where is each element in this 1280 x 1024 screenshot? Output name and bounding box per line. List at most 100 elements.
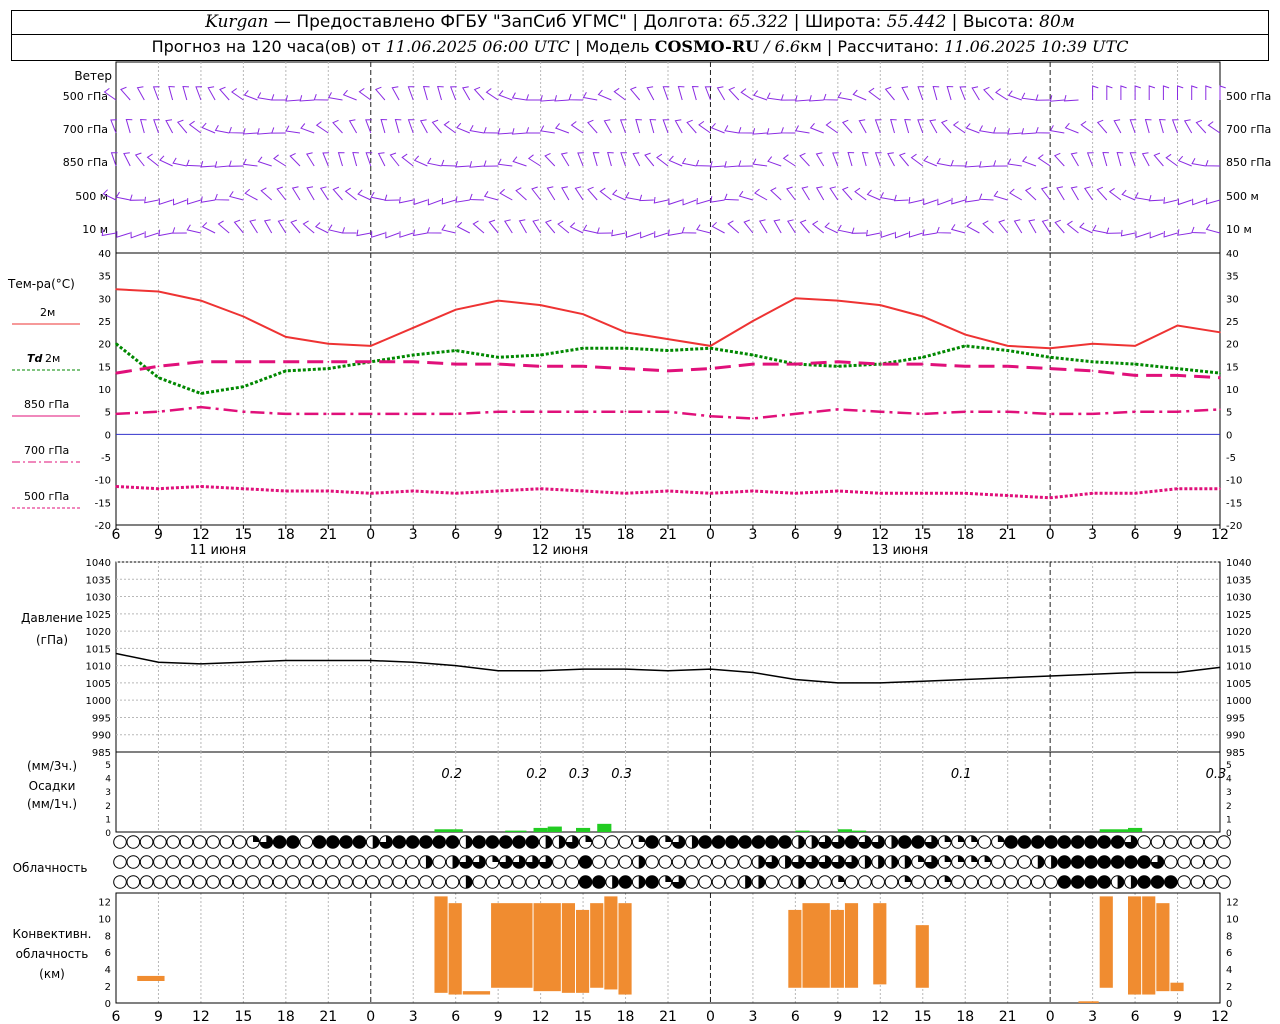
prec-unit-3h: (мм/3ч.) (27, 759, 77, 773)
temp-point (582, 365, 584, 368)
wind-barb (738, 160, 753, 167)
cloud-fill (891, 835, 898, 849)
wind-barb (710, 196, 725, 203)
wind-barb (285, 95, 301, 102)
wind-barb (569, 222, 584, 234)
temp-title: Тем-ра(°C) (7, 277, 75, 291)
temp-point (752, 490, 754, 492)
conv-y-tick: 8 (1226, 931, 1232, 942)
cloud-fill (785, 855, 792, 869)
wind-barb (978, 125, 994, 134)
temp-point (115, 372, 117, 374)
wind-barb (1177, 85, 1184, 100)
temp-point (369, 345, 372, 347)
conv-y-tick: 10 (1226, 914, 1239, 925)
temp-point (1176, 410, 1179, 413)
wind-barb (815, 186, 825, 201)
cloud-symbol (219, 855, 234, 869)
cloud-symbol (1217, 855, 1231, 869)
convective-bar (1078, 1001, 1099, 1003)
wind-barb (910, 153, 924, 167)
wind-barb (357, 189, 372, 201)
prec-y-tick: 1 (1226, 815, 1232, 825)
wind-barb (1191, 158, 1206, 167)
wind-barb (983, 86, 994, 101)
cloud-symbol (339, 835, 353, 849)
cloud-symbol (738, 855, 752, 869)
wind-barb (674, 119, 683, 134)
cloud-symbol (977, 835, 992, 849)
x-tick-label: 9 (833, 527, 842, 543)
wind-barb (880, 231, 895, 238)
cloud-symbol (1097, 835, 1112, 849)
wind-barb (186, 198, 202, 205)
cloud-symbol (565, 855, 580, 869)
temp-point (709, 415, 712, 418)
wind-barb (427, 157, 442, 167)
temp-y-tick: 15 (98, 362, 111, 373)
cloud-symbol (419, 875, 433, 889)
cloud-symbol (286, 835, 300, 849)
cloud-symbol (1203, 855, 1218, 869)
prec-y-tick: 2 (105, 802, 111, 812)
cloud-symbol (272, 875, 287, 889)
cloud-fill (984, 855, 991, 862)
pres-y-tick: 1030 (86, 593, 111, 604)
temp-point (200, 406, 202, 408)
wind-barb (898, 152, 909, 167)
wind-barb (214, 124, 230, 134)
wind-barb (1195, 119, 1207, 134)
cloud-symbol (259, 875, 274, 889)
x-tick-label: 9 (1173, 1009, 1182, 1024)
wind-barb (815, 152, 825, 167)
wind-barb (1108, 187, 1122, 201)
convective-bar (802, 903, 830, 988)
wind-barb (799, 219, 810, 234)
wind-barb (611, 229, 626, 237)
x-tick-label: 21 (659, 1009, 677, 1024)
wind-barb (1066, 220, 1079, 234)
wind-level-label: 700 гПа (63, 123, 108, 136)
pres-y-tick: 1000 (86, 696, 111, 707)
temp-y-tick: -15 (1226, 498, 1242, 509)
wind-barb (998, 219, 1009, 234)
x-tick-label: 6 (1131, 527, 1140, 543)
x-tick-label: 12 (532, 1009, 550, 1024)
wind-barb (426, 227, 442, 234)
convective-bar (1142, 896, 1156, 995)
pres-y-tick: 1030 (1226, 593, 1251, 604)
wind-barb (385, 231, 400, 239)
cloud-symbol (299, 855, 314, 869)
wind-barb (1120, 85, 1127, 100)
wind-barb (597, 89, 612, 101)
wind-barb (1106, 227, 1121, 234)
pressure-point (709, 668, 712, 670)
wind-barb (695, 159, 711, 167)
cloud-symbol (1097, 875, 1112, 889)
wind-barb (1037, 154, 1051, 167)
cloud-fill (997, 835, 1005, 842)
cloud-symbol (1070, 855, 1085, 869)
wind-barb (811, 220, 825, 234)
cloud-symbol (951, 875, 965, 889)
temp-point (667, 370, 669, 372)
cloud-symbol (1163, 875, 1178, 889)
wind-barb (794, 95, 810, 102)
wind-barb (139, 118, 147, 134)
wind-barb (861, 151, 869, 167)
cloud-symbol (991, 875, 1005, 889)
wind-barb (724, 193, 739, 201)
wind-barb (377, 152, 386, 167)
wind-barb (1028, 219, 1037, 234)
cloud-symbol (592, 835, 606, 849)
wind-barb (1070, 152, 1079, 167)
cloud-symbol (153, 855, 167, 869)
wind-barb (1163, 230, 1178, 238)
wind-barb (1205, 85, 1212, 100)
cloud-symbol (552, 875, 566, 889)
temp-point (454, 492, 457, 495)
temp-point (115, 342, 117, 345)
wind-barb (560, 152, 570, 167)
cloud-symbol (991, 855, 1005, 869)
cloud-fill (253, 835, 260, 842)
